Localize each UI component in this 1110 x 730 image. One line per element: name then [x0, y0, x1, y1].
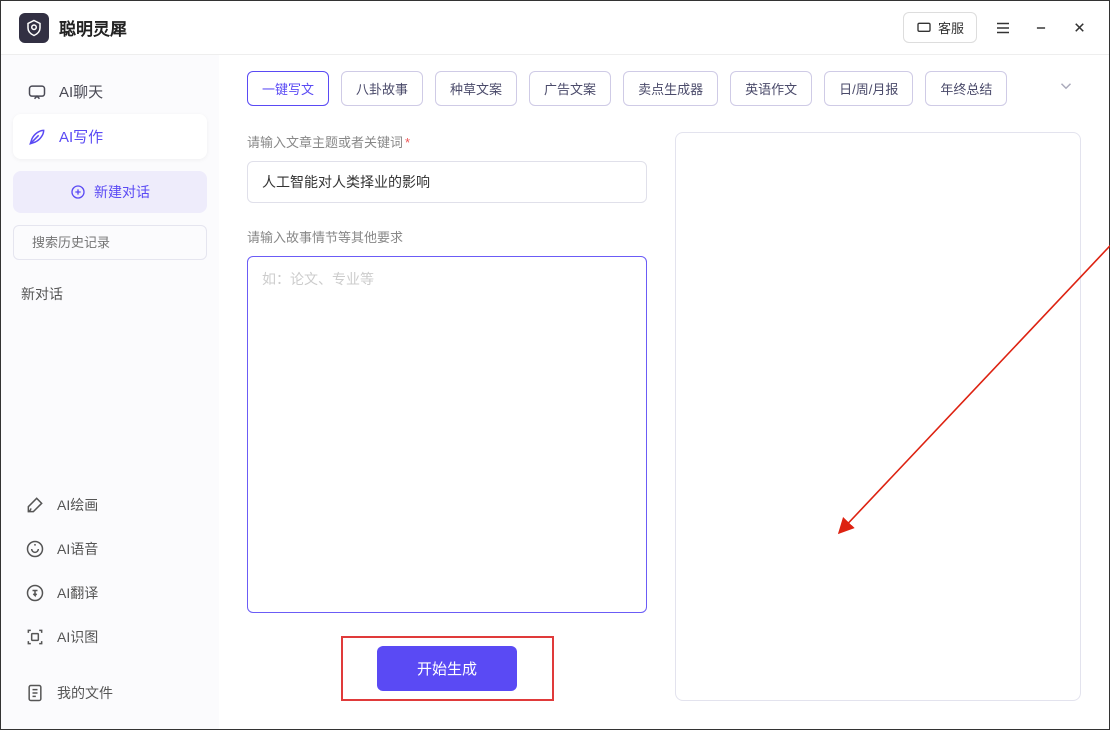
close-button[interactable] — [1067, 16, 1091, 40]
nav-label: AI聊天 — [59, 81, 103, 102]
hamburger-icon — [994, 19, 1012, 37]
new-chat-label: 新建对话 — [94, 182, 150, 202]
close-icon — [1072, 20, 1087, 35]
app-title: 聪明灵犀 — [59, 15, 127, 40]
file-icon — [25, 683, 45, 703]
requirements-label: 请输入故事情节等其他要求 — [247, 227, 647, 246]
output-panel — [675, 132, 1081, 701]
tool-label: AI绘画 — [57, 495, 98, 515]
nav-label: AI写作 — [59, 126, 103, 147]
tool-label: AI翻译 — [57, 583, 98, 603]
minimize-icon — [1034, 21, 1048, 35]
category-chip[interactable]: 广告文案 — [529, 71, 611, 106]
voice-icon — [25, 539, 45, 559]
category-chip[interactable]: 一键写文 — [247, 71, 329, 106]
my-files[interactable]: 我的文件 — [13, 671, 207, 715]
category-chip[interactable]: 种草文案 — [435, 71, 517, 106]
category-chip[interactable]: 年终总结 — [925, 71, 1007, 106]
form-column: 请输入文章主题或者关键词* 请输入故事情节等其他要求 开始生成 — [247, 132, 647, 701]
tool-ai-paint[interactable]: AI绘画 — [13, 483, 207, 527]
titlebar: 聪明灵犀 客服 — [1, 1, 1109, 55]
support-button[interactable]: 客服 — [903, 12, 977, 43]
menu-button[interactable] — [991, 16, 1015, 40]
category-chip[interactable]: 八卦故事 — [341, 71, 423, 106]
history-search[interactable] — [13, 225, 207, 260]
my-files-label: 我的文件 — [57, 683, 113, 703]
tool-label: AI识图 — [57, 627, 98, 647]
history-item[interactable]: 新对话 — [13, 274, 207, 314]
minimize-button[interactable] — [1029, 16, 1053, 40]
chat-bubble-icon — [916, 20, 932, 36]
requirements-textarea[interactable] — [247, 256, 647, 613]
chat-icon — [27, 82, 47, 102]
app-logo-icon — [19, 13, 49, 43]
category-chip[interactable]: 日/周/月报 — [824, 71, 913, 106]
category-chip[interactable]: 卖点生成器 — [623, 71, 718, 106]
tool-ai-voice[interactable]: AI语音 — [13, 527, 207, 571]
expand-categories[interactable] — [1051, 71, 1081, 106]
generate-button[interactable]: 开始生成 — [377, 646, 517, 691]
sidebar: AI聊天 AI写作 新建对话 新对话 AI绘画 AI语音 AI翻译 — [1, 55, 219, 729]
nav-ai-writing[interactable]: AI写作 — [13, 114, 207, 159]
tool-label: AI语音 — [57, 539, 98, 559]
generate-highlight-box: 开始生成 — [341, 636, 554, 701]
search-input[interactable] — [32, 235, 208, 250]
feather-icon — [27, 127, 47, 147]
scan-icon — [25, 627, 45, 647]
plus-circle-icon — [70, 184, 86, 200]
category-row: 一键写文 八卦故事 种草文案 广告文案 卖点生成器 英语作文 日/周/月报 年终… — [247, 71, 1081, 106]
nav-ai-chat[interactable]: AI聊天 — [13, 69, 207, 114]
topic-input[interactable] — [247, 161, 647, 203]
tool-ai-scan[interactable]: AI识图 — [13, 615, 207, 659]
category-chip[interactable]: 英语作文 — [730, 71, 812, 106]
tool-ai-translate[interactable]: AI翻译 — [13, 571, 207, 615]
support-label: 客服 — [938, 18, 964, 37]
new-chat-button[interactable]: 新建对话 — [13, 171, 207, 213]
chevron-down-icon — [1057, 77, 1075, 95]
required-marker: * — [405, 135, 410, 150]
translate-icon — [25, 583, 45, 603]
main-content: 一键写文 八卦故事 种草文案 广告文案 卖点生成器 英语作文 日/周/月报 年终… — [219, 55, 1109, 729]
topic-label: 请输入文章主题或者关键词* — [247, 132, 647, 151]
paint-icon — [25, 495, 45, 515]
